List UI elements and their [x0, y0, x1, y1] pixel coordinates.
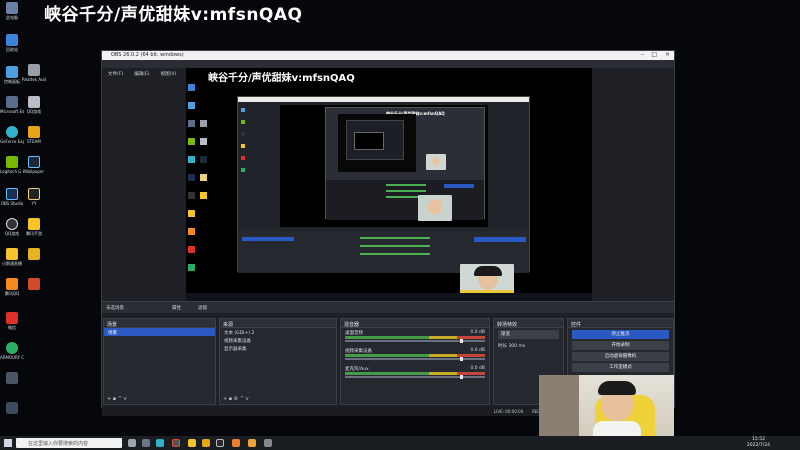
taskbar-search[interactable]: 在这里输入你要搜索的内容 — [16, 438, 122, 448]
mixer-title: 混音器 — [341, 319, 489, 328]
mixer-channel-db: 0.0 dB — [470, 366, 485, 371]
sources-dock: 来源 文本 (GDI+) 2 视频采集设备 显示器采集 + ▪ ⚙ ^ v — [219, 318, 337, 405]
obs-titlebar: OBS 26.0.2 (64 bit, windows) – □ × — [102, 51, 674, 60]
clock-date: 2022/7/24 — [746, 443, 770, 448]
desktop-icon-logitech[interactable]: OBS Studio — [0, 188, 24, 206]
down-icon[interactable]: v — [124, 396, 127, 402]
virtual-camera-button[interactable]: 启动虚拟摄像机 — [572, 352, 669, 361]
desktop-icon-recycle[interactable]: 控制面板 — [0, 66, 24, 84]
obs-preview[interactable]: 峡谷千分/声优甜妹v:mfsnQAQ — [186, 68, 592, 301]
task-view-icon[interactable] — [128, 439, 136, 447]
banner-overlay-text: 峡谷千分/声优甜妹v:mfsnQAQ — [44, 5, 303, 25]
desktop-icon-obs[interactable]: QQ游戏 — [0, 218, 24, 236]
taskbar-app-icon[interactable] — [248, 439, 256, 447]
source-item[interactable]: 文本 (GDI+) 2 — [220, 328, 336, 336]
volume-meter — [345, 336, 485, 339]
filters-button[interactable]: 滤镜 — [198, 305, 207, 311]
volume-slider[interactable] — [345, 339, 485, 343]
desktop-icon-misc-2[interactable] — [0, 402, 24, 414]
desktop-icon-qq[interactable]: 微信 — [0, 312, 24, 330]
trash-icon[interactable]: ▪ — [229, 396, 232, 402]
up-icon[interactable]: ^ — [240, 396, 244, 402]
taskbar: 在这里输入你要搜索的内容 15:52 2022/7/24 — [0, 436, 800, 450]
desktop-icon-wallpaper[interactable]: YY — [22, 188, 46, 206]
controls-title: 控件 — [568, 319, 673, 328]
volume-slider[interactable] — [345, 357, 485, 361]
add-icon[interactable]: + — [223, 396, 227, 402]
preview-desktop-icons — [186, 82, 210, 282]
scenes-title: 场景 — [104, 319, 215, 328]
source-item[interactable]: 显示器采集 — [220, 344, 336, 352]
preview-taskbar — [186, 293, 592, 301]
studio-mode-button[interactable]: 工作室模式 — [572, 363, 669, 372]
duration-label: 时长 — [498, 344, 507, 349]
menu-file[interactable]: 文件(F) — [108, 71, 123, 77]
volume-meter — [345, 372, 485, 375]
menu-view[interactable]: 视图(V) — [161, 71, 177, 77]
obs-menubar: 文件(F) 编辑(E) 视图(V) 场景集合(S) 配置文件(P) 工具(T) … — [102, 60, 674, 77]
maximize-icon[interactable]: □ — [651, 51, 657, 58]
desktop-icon-edge[interactable]: GeForce Experience — [0, 126, 24, 144]
preview-banner-text: 峡谷千分/声优甜妹v:mfsnQAQ — [208, 73, 355, 84]
desktop-icon-mobile-game[interactable] — [22, 278, 46, 290]
scene-item[interactable]: 场景 — [104, 328, 215, 336]
taskbar-app-icon[interactable] — [142, 439, 150, 447]
stop-streaming-button[interactable]: 停止推流 — [572, 330, 669, 339]
taskbar-app-icon[interactable] — [264, 439, 272, 447]
nested-obs-2: 峡谷千分/声优甜妹v:mfsnQAQ — [325, 107, 485, 220]
taskbar-app-icon[interactable] — [232, 439, 240, 447]
live-status: LIVE: 00:00:00 — [494, 409, 524, 414]
volume-meter — [345, 354, 485, 357]
sources-tools: + ▪ ⚙ ^ v — [223, 396, 249, 402]
volume-slider[interactable] — [345, 375, 485, 379]
nested-obs-1: 峡谷千分/声优甜妹v:mfsnQAQ — [237, 96, 530, 273]
windows-start-icon[interactable] — [4, 439, 12, 447]
desktop-icon-realtek[interactable]: QQ游戏 — [22, 96, 46, 114]
desktop-icon-wechat[interactable]: ARMOURY CRATE — [0, 342, 24, 360]
desktop-icon-armoury[interactable]: Realtek Audio — [22, 64, 46, 82]
obs-window: OBS 26.0.2 (64 bit, windows) – □ × 文件(F)… — [101, 50, 675, 416]
scenes-tools: + ▪ ^ v — [107, 396, 127, 402]
desktop-icon-qqgame-2[interactable]: STEAM — [22, 126, 46, 144]
desktop: 峡谷千分/声优甜妹v:mfsnQAQ 此电脑 回收站 控制面板 Microsof… — [0, 0, 800, 450]
edge-icon[interactable] — [156, 439, 164, 447]
duration-value[interactable]: 300 ms — [508, 344, 525, 349]
desktop-icon-steam[interactable]: Wallpaper — [22, 156, 46, 174]
source-item[interactable]: 视频采集设备 — [220, 336, 336, 344]
desktop-icon-computer[interactable]: 回收站 — [0, 34, 24, 52]
close-icon[interactable]: × — [665, 51, 670, 58]
scene-status-text: 未选场景 — [106, 306, 124, 311]
desktop-icon-qqgame[interactable]: 小鹅通直播 — [0, 248, 24, 266]
preview-toolbar: 未选场景 属性 滤镜 — [102, 301, 674, 313]
sources-title: 来源 — [220, 319, 336, 328]
desktop-icon-yy-2[interactable] — [22, 248, 46, 260]
start-recording-button[interactable]: 开始录制 — [572, 341, 669, 350]
gear-icon[interactable]: ⚙ — [234, 396, 238, 402]
desktop-icon-xiaoe[interactable]: 腾讯QQ — [0, 278, 24, 296]
add-icon[interactable]: + — [107, 396, 111, 402]
transitions-title: 转场特效 — [494, 319, 563, 328]
mixer-channel-db: 0.0 dB — [470, 348, 485, 353]
desktop-icon-control[interactable]: Microsoft Edge — [0, 96, 24, 114]
desktop-icon-misc[interactable] — [0, 372, 24, 384]
desktop-icon-yy[interactable]: 腾讯手游 — [22, 218, 46, 236]
folder-icon[interactable] — [188, 439, 196, 447]
menu-edit[interactable]: 编辑(E) — [134, 71, 149, 77]
obs-taskbar-icon[interactable] — [172, 439, 180, 447]
minimize-icon[interactable]: – — [641, 51, 644, 58]
mixer-channel-db: 0.0 dB — [470, 330, 485, 335]
desktop-icon-app[interactable]: 此电脑 — [0, 2, 24, 20]
trash-icon[interactable]: ▪ — [113, 396, 116, 402]
window-title: OBS 26.0.2 (64 bit, windows) — [111, 52, 184, 58]
scenes-dock: 场景 场景 + ▪ ^ v — [103, 318, 216, 405]
taskbar-app-icon[interactable] — [216, 439, 224, 447]
taskbar-app-icon[interactable] — [202, 439, 210, 447]
desktop-icon-geforce[interactable]: Logitech G HUB — [0, 156, 24, 174]
up-icon[interactable]: ^ — [118, 396, 122, 402]
properties-button[interactable]: 属性 — [172, 305, 181, 311]
mixer-dock: 混音器 桌面音频 0.0 dB 视频采集设备 0.0 dB 麦克风/Aux 0.0 d… — [340, 318, 490, 405]
down-icon[interactable]: v — [246, 396, 249, 402]
taskbar-clock[interactable]: 15:52 2022/7/24 — [747, 437, 770, 449]
transition-select[interactable]: 渐变 — [498, 330, 559, 339]
